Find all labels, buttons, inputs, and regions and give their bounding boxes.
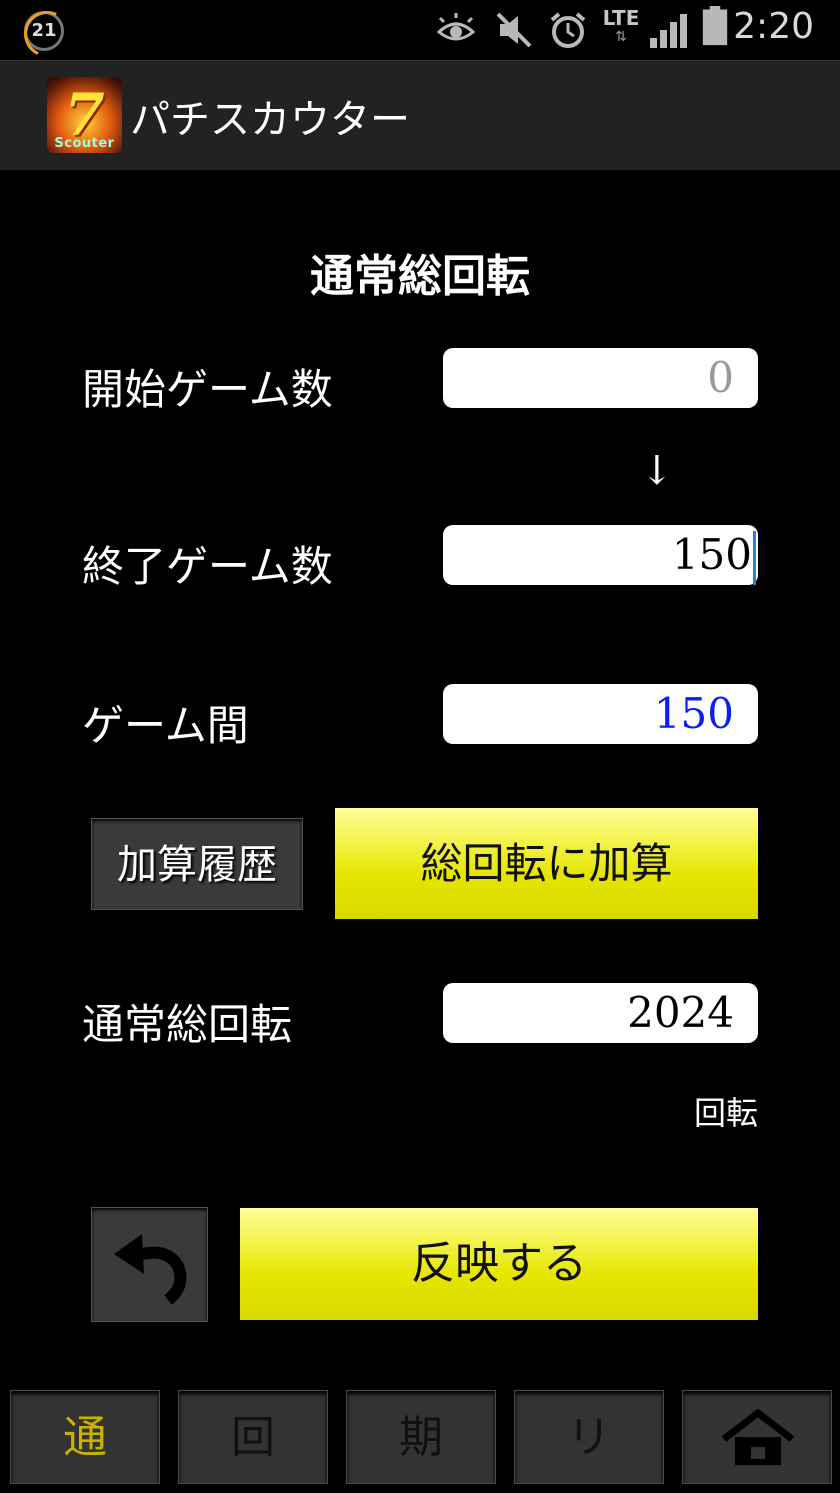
add-to-total-button[interactable]: 総回転に加算 xyxy=(335,808,758,919)
app-logo: 7 Scouter xyxy=(47,77,122,153)
start-game-label: 開始ゲーム数 xyxy=(82,365,333,414)
total-rotation-input[interactable]: 2024 xyxy=(443,983,758,1043)
apply-button[interactable]: 反映する xyxy=(240,1208,758,1320)
undo-icon xyxy=(114,1234,187,1305)
page-title: 通常総回転 xyxy=(310,251,530,302)
add-history-button[interactable]: 加算履歴 xyxy=(91,818,303,910)
tab-home[interactable] xyxy=(682,1390,832,1484)
end-game-input[interactable]: 150 xyxy=(443,525,758,585)
tab-list[interactable]: リ xyxy=(514,1390,664,1484)
tab-expectation[interactable]: 期 xyxy=(346,1390,496,1484)
home-icon xyxy=(721,1409,795,1465)
undo-button[interactable] xyxy=(91,1207,208,1322)
rotation-unit-label: 回転 xyxy=(693,1094,758,1132)
end-game-label: 終了ゲーム数 xyxy=(82,542,333,591)
tab-rotation[interactable]: 回 xyxy=(178,1390,328,1484)
tab-normal[interactable]: 通 xyxy=(10,1390,160,1484)
text-caret xyxy=(753,531,756,585)
status-bar: 21 LTE ⇅ 2:20 xyxy=(0,0,840,60)
game-diff-value: 150 xyxy=(443,684,758,744)
start-game-input[interactable]: 0 xyxy=(443,348,758,408)
mute-icon xyxy=(496,12,532,48)
lte-icon: LTE ⇅ xyxy=(600,6,642,46)
notification-badge: 21 xyxy=(24,11,64,51)
alarm-icon xyxy=(550,12,586,48)
action-bar: 7 Scouter パチスカウター xyxy=(0,60,840,170)
battery-icon xyxy=(702,6,728,46)
eye-icon xyxy=(436,13,476,41)
clock: 2:20 xyxy=(733,6,814,47)
total-rotation-label: 通常総回転 xyxy=(82,1000,293,1049)
network-label: LTE xyxy=(602,6,640,30)
signal-icon xyxy=(650,14,687,48)
game-diff-label: ゲーム間 xyxy=(82,701,249,750)
app-title: パチスカウター xyxy=(130,97,410,143)
down-arrow-icon: ↓ xyxy=(640,448,674,494)
end-game-value: 150 xyxy=(671,530,752,579)
